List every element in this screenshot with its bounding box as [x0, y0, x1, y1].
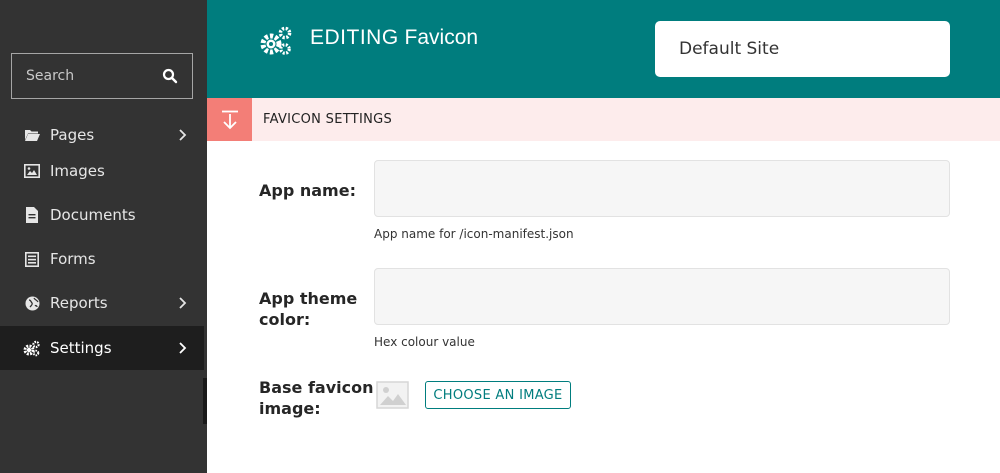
sidebar-scrollbar[interactable] [203, 378, 207, 424]
sidebar-item-label: Images [50, 162, 105, 180]
sidebar-item-forms[interactable]: Forms [0, 237, 204, 281]
sidebar-item-settings[interactable]: Settings [0, 326, 204, 370]
collapse-toggle[interactable] [207, 98, 252, 141]
theme-color-label-line1: App theme [259, 289, 358, 308]
app-name-input[interactable] [374, 160, 950, 217]
chevron-right-icon [179, 342, 187, 354]
folder-open-icon [23, 126, 41, 144]
theme-color-input[interactable] [374, 268, 950, 325]
theme-color-label-line2: color: [259, 310, 311, 329]
arrow-down-icon [221, 110, 238, 129]
site-selector[interactable]: Default Site [655, 21, 950, 77]
search-input[interactable]: Search [26, 68, 162, 84]
image-icon [23, 162, 41, 180]
search-box[interactable]: Search [11, 53, 193, 99]
base-image-label-line2: image: [259, 399, 321, 418]
chevron-right-icon [179, 297, 187, 309]
image-placeholder-icon [376, 381, 409, 409]
sidebar-item-reports[interactable]: Reports [0, 281, 204, 325]
sidebar: Search Pages Images Documents Forms Repo… [0, 0, 207, 473]
sidebar-item-label: Documents [50, 206, 136, 224]
page-title-name: Favicon [404, 26, 479, 49]
choose-image-button[interactable]: CHOOSE AN IMAGE [425, 381, 571, 409]
form-icon [23, 250, 41, 268]
sidebar-item-label: Pages [50, 126, 95, 144]
page-title: EDITING Favicon [310, 26, 478, 50]
base-image-label-line1: Base favicon [259, 378, 374, 397]
theme-color-help: Hex colour value [374, 335, 475, 349]
section-title: FAVICON SETTINGS [263, 112, 393, 127]
section-header[interactable]: FAVICON SETTINGS [207, 98, 1000, 141]
sidebar-item-label: Reports [50, 294, 108, 312]
globe-icon [23, 294, 41, 312]
base-image-label: Base favicon image: [259, 377, 373, 419]
app-name-label: App name: [259, 181, 356, 200]
sidebar-item-images[interactable]: Images [0, 149, 204, 193]
page-title-prefix: EDITING [310, 26, 399, 49]
page-header: EDITING Favicon Default Site [207, 0, 1000, 98]
cogs-icon [260, 26, 292, 55]
document-icon [23, 206, 41, 224]
cogs-icon [23, 339, 41, 357]
chevron-right-icon [179, 129, 187, 141]
sidebar-item-label: Settings [50, 339, 112, 357]
sidebar-item-label: Forms [50, 250, 96, 268]
theme-color-label: App theme color: [259, 288, 357, 330]
search-icon[interactable] [162, 68, 178, 84]
app-name-help: App name for /icon-manifest.json [374, 227, 574, 241]
sidebar-item-documents[interactable]: Documents [0, 193, 204, 237]
